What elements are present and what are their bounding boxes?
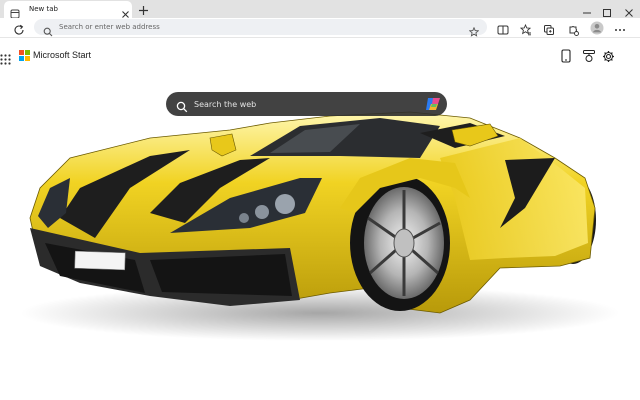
microsoft-logo-icon	[19, 50, 30, 61]
address-bar[interactable]	[34, 19, 487, 37]
settings-icon[interactable]	[602, 48, 615, 67]
address-input[interactable]	[59, 19, 459, 35]
tab-strip: New tab	[0, 0, 640, 19]
web-search-box[interactable]	[166, 92, 447, 116]
apps-grid-icon[interactable]	[0, 50, 11, 69]
search-icon	[176, 98, 188, 117]
tab-title: New tab	[29, 5, 58, 13]
brand-label: Microsoft Start	[33, 50, 92, 60]
new-tab-page: Microsoft Start	[0, 38, 640, 400]
rewards-icon[interactable]	[582, 48, 596, 67]
profile-avatar[interactable]	[590, 20, 604, 39]
copilot-icon[interactable]	[425, 96, 442, 116]
mobile-app-icon[interactable]	[561, 48, 571, 67]
web-search-input[interactable]	[194, 92, 414, 116]
browser-toolbar	[0, 18, 640, 38]
tab-new-tab[interactable]: New tab	[4, 1, 132, 19]
